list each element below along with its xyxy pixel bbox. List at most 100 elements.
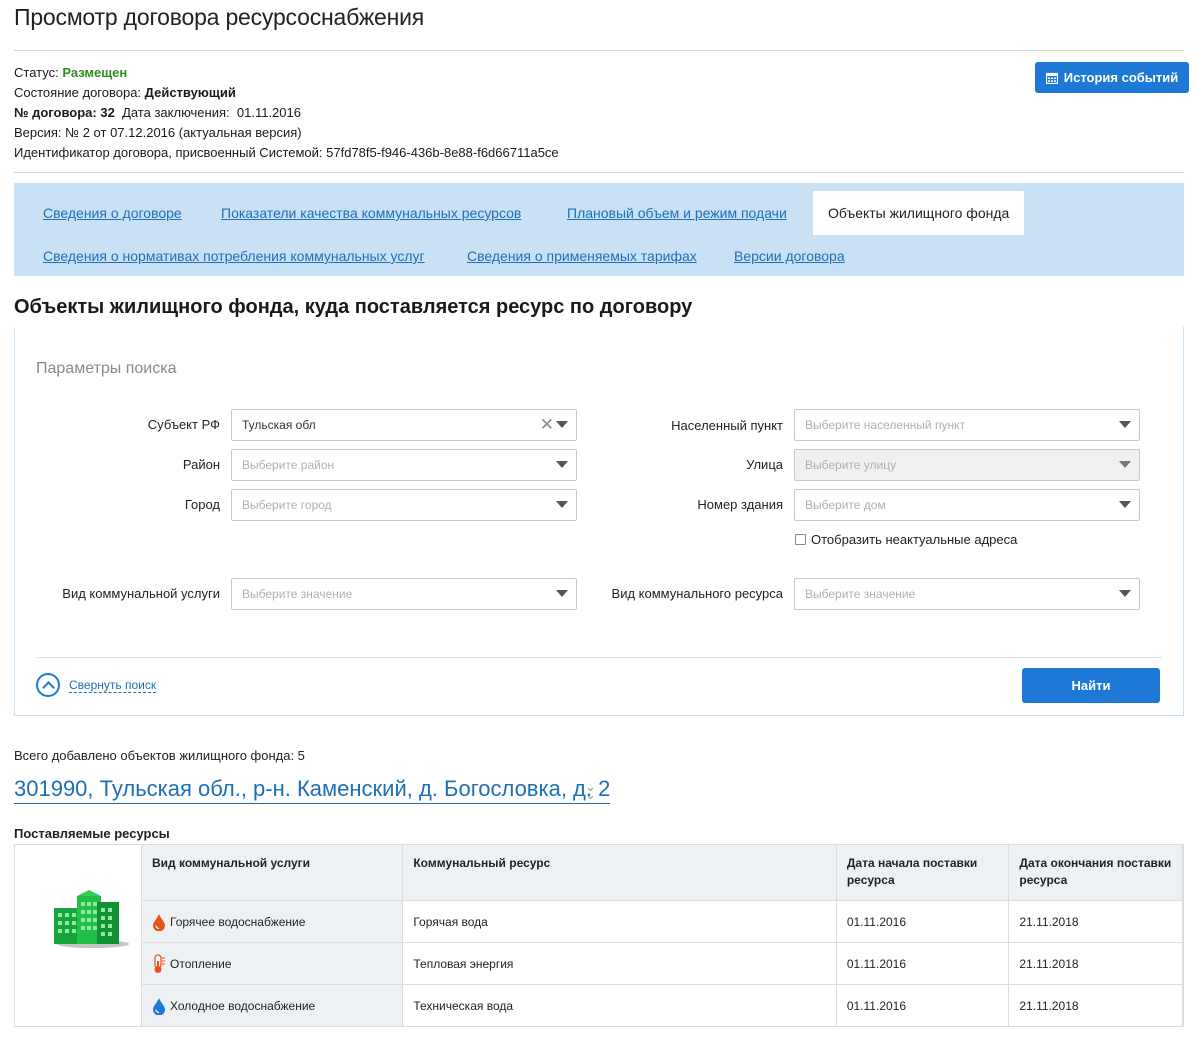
resource-label: Вид коммунального ресурса (611, 586, 783, 601)
tab-contract-versions[interactable]: Версии договора (734, 248, 845, 264)
tab-planned-volume[interactable]: Плановый объем и режим подачи (567, 205, 787, 221)
resource-placeholder: Выберите значение (805, 587, 916, 601)
city-select[interactable]: Выберите город (231, 489, 577, 521)
subject-value: Тульская обл (242, 418, 316, 432)
status-value: Размещен (62, 65, 128, 80)
column-header-start-date: Дата начала поставки ресурса (835, 844, 1010, 901)
start-date-cell: 01.11.2016 (835, 984, 1010, 1027)
tab-tariffs[interactable]: Сведения о применяемых тарифах (467, 248, 697, 264)
status-line: Статус: Размещен (14, 63, 559, 83)
conclusion-date-label: Дата заключения: (122, 105, 230, 120)
street-select: Выберите улицу (794, 449, 1140, 481)
show-outdated-option[interactable]: Отобразить неактуальные адреса (795, 532, 1017, 547)
start-date-cell: 01.11.2016 (835, 900, 1010, 943)
conclusion-date-value: 01.11.2016 (236, 105, 301, 120)
contract-meta: Статус: Размещен Состояние договора: Дей… (14, 63, 559, 163)
resource-cell: Горячая вода (402, 900, 837, 943)
chevron-down-icon (1119, 461, 1131, 468)
contract-number: № договора: 32 (14, 105, 115, 120)
show-outdated-label: Отобразить неактуальные адреса (811, 532, 1018, 547)
service-cell: Отопление (140, 942, 404, 985)
locality-select[interactable]: Выберите населенный пункт (794, 409, 1140, 441)
building-label: Номер здания (697, 497, 783, 512)
thermometer-icon (154, 953, 165, 973)
page-title: Просмотр договора ресурсоснабжения (14, 4, 424, 30)
collapse-search-label[interactable]: Свернуть поиск (69, 678, 157, 693)
find-button[interactable]: Найти (1022, 668, 1160, 703)
locality-placeholder: Выберите населенный пункт (805, 418, 965, 432)
chevron-down-icon (556, 501, 568, 508)
service-cell: Горячее водоснабжение (140, 900, 404, 943)
chevron-down-icon (1119, 421, 1131, 428)
service-name: Отопление (170, 956, 232, 971)
tab-contract-info[interactable]: Сведения о договоре (43, 205, 182, 221)
street-label: Улица (746, 457, 783, 472)
state-label: Состояние договора: (14, 85, 142, 100)
subject-label: Субъект РФ (147, 417, 220, 432)
district-label: Район (182, 457, 220, 472)
identifier-line: Идентификатор договора, присвоенный Сист… (14, 145, 559, 160)
history-button[interactable]: История событий (1035, 62, 1189, 93)
column-header-end-date: Дата окончания поставки ресурса (1008, 844, 1183, 901)
status-label: Статус: (14, 65, 59, 80)
search-header: Параметры поиска (36, 360, 177, 377)
state-line: Состояние договора: Действующий (14, 83, 559, 103)
service-select[interactable]: Выберите значение (231, 578, 577, 610)
chevron-up-icon[interactable] (36, 673, 60, 697)
apartment-building-icon (54, 890, 129, 948)
tab-bar: Сведения о договоре Показатели качества … (14, 183, 1184, 276)
chevron-down-icon (556, 421, 568, 428)
resources-title: Поставляемые ресурсы (14, 826, 170, 841)
tab-quality-indicators[interactable]: Показатели качества коммунальных ресурсо… (221, 205, 521, 221)
resource-cell: Техническая вода (402, 984, 837, 1027)
address-link[interactable]: 301990, Тульская обл., р-н. Каменский, д… (14, 775, 611, 804)
title-divider (14, 50, 1184, 51)
version-line: Версия: № 2 от 07.12.2016 (актуальная ве… (14, 125, 302, 140)
resource-cell: Тепловая энергия (402, 942, 837, 985)
search-divider (36, 657, 1162, 658)
building-placeholder: Выберите дом (805, 498, 886, 512)
table-row: Горячее водоснабжение Горячая вода 01.11… (140, 900, 1183, 943)
chevron-down-icon (556, 461, 568, 468)
calendar-icon (1045, 72, 1058, 84)
locality-label: Населенный пункт (671, 418, 783, 433)
objects-total: Всего добавлено объектов жилищного фонда… (14, 748, 305, 763)
tab-consumption-norms[interactable]: Сведения о нормативах потребления коммун… (43, 248, 425, 264)
clear-icon[interactable]: ✕ (540, 416, 554, 434)
hot-water-drop-icon (153, 913, 165, 931)
double-chevron-down-icon[interactable]: ⌄ ⌄ (585, 780, 596, 801)
city-placeholder: Выберите город (242, 498, 332, 512)
end-date-cell: 21.11.2018 (1008, 984, 1183, 1027)
district-select[interactable]: Выберите район (231, 449, 577, 481)
tab-housing-objects[interactable]: Объекты жилищного фонда (813, 191, 1025, 235)
resource-select[interactable]: Выберите значение (794, 578, 1140, 610)
collapse-search[interactable]: Свернуть поиск (36, 673, 157, 697)
chevron-down-icon (556, 590, 568, 597)
section-title: Объекты жилищного фонда, куда поставляет… (14, 296, 693, 318)
column-header-resource: Коммунальный ресурс (402, 844, 837, 901)
service-name: Холодное водоснабжение (170, 998, 316, 1013)
city-label: Город (184, 497, 220, 512)
building-select[interactable]: Выберите дом (794, 489, 1140, 521)
table-row: Отопление Тепловая энергия 01.11.2016 21… (140, 942, 1183, 985)
chevron-down-icon (1119, 590, 1131, 597)
street-placeholder: Выберите улицу (805, 458, 897, 472)
resources-table: Вид коммунальной услуги Коммунальный рес… (14, 844, 1184, 1027)
service-label: Вид коммунальной услуги (62, 586, 220, 601)
resources-grid: Вид коммунальной услуги Коммунальный рес… (140, 844, 1183, 1027)
service-cell: Холодное водоснабжение (140, 984, 404, 1027)
table-row: Холодное водоснабжение Техническая вода … (140, 984, 1183, 1027)
end-date-cell: 21.11.2018 (1008, 942, 1183, 985)
column-header-service: Вид коммунальной услуги (140, 844, 404, 901)
show-outdated-checkbox[interactable] (795, 534, 806, 545)
number-line: № договора: 32 Дата заключения: 01.11.20… (14, 103, 559, 123)
cold-water-drop-icon (153, 997, 165, 1015)
service-name: Горячее водоснабжение (170, 914, 306, 929)
chevron-down-icon (1119, 501, 1131, 508)
district-placeholder: Выберите район (242, 458, 335, 472)
subject-select[interactable]: Тульская обл ✕ (231, 409, 577, 441)
meta-divider (14, 172, 1184, 173)
history-button-label: История событий (1063, 70, 1179, 85)
service-placeholder: Выберите значение (242, 587, 353, 601)
search-panel: Параметры поиска Субъект РФ Тульская обл… (14, 327, 1184, 716)
